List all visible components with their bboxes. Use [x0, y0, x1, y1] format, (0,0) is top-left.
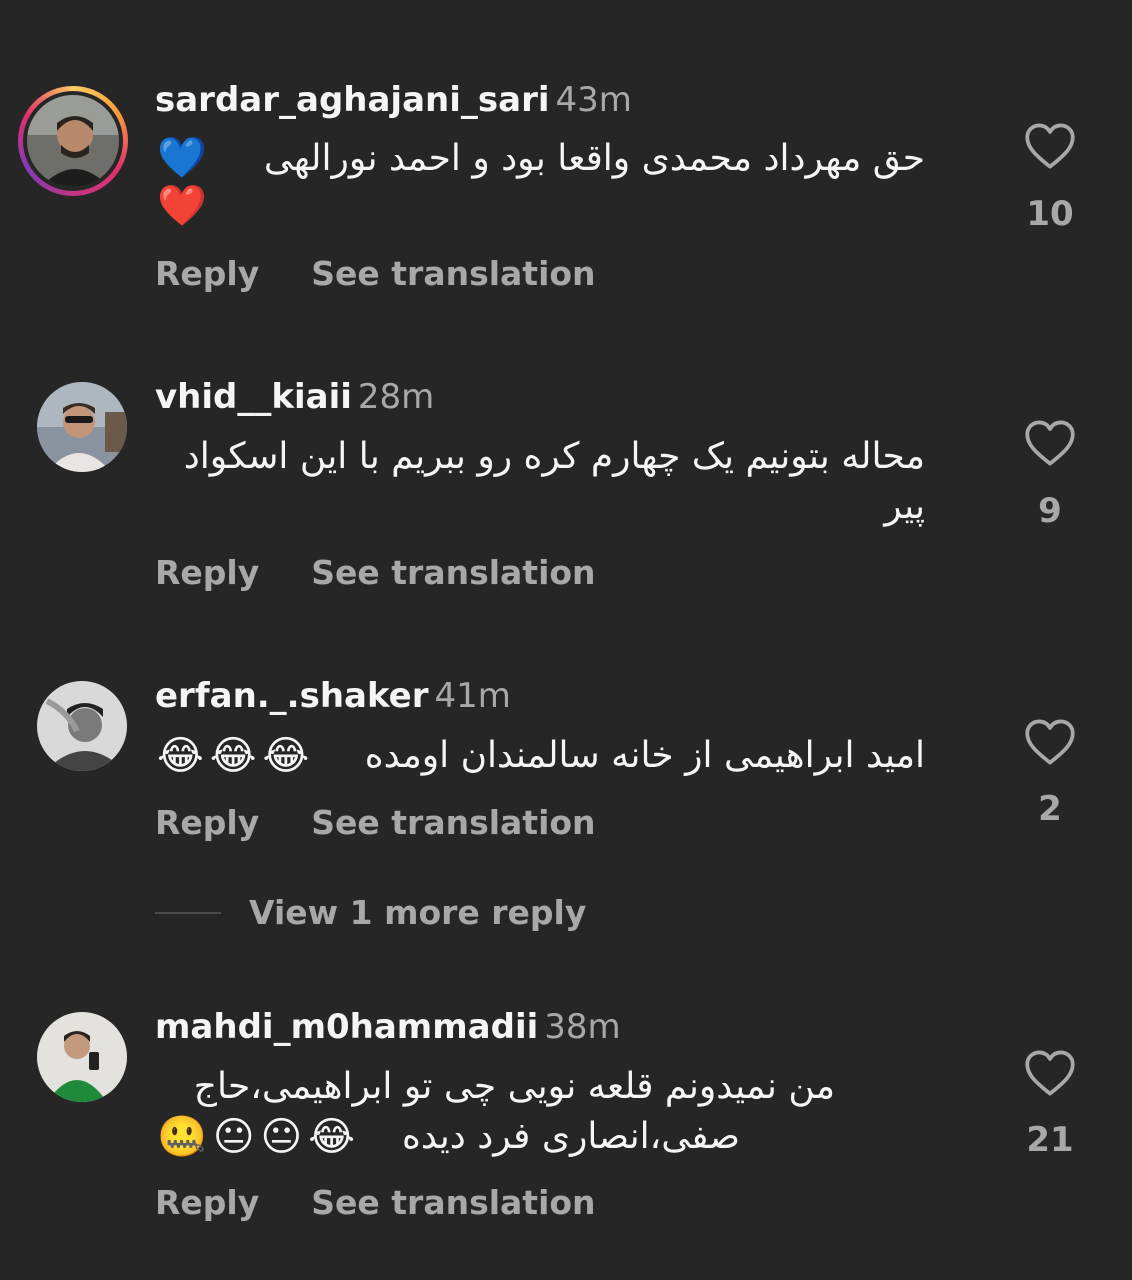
avatar-story-ring[interactable]: [18, 86, 128, 196]
like-count: 21: [1026, 1120, 1074, 1160]
emoji: 😐: [260, 1114, 303, 1160]
like-count: 2: [1038, 789, 1062, 829]
comment-text-line-2: صفی،انصاری فرد دیده: [402, 1116, 740, 1157]
avatar[interactable]: [37, 681, 127, 771]
heart-outline-icon: [1025, 420, 1075, 466]
emoji: 🤐: [157, 1114, 207, 1160]
see-translation-button[interactable]: See translation: [311, 1183, 595, 1222]
heart-outline-icon: [1025, 123, 1075, 169]
comment-text-line-1: من نمیدونم قلعه نویی چی تو ابراهیمی،حاج: [193, 1066, 835, 1107]
comment-actions: Reply See translation: [155, 553, 596, 592]
comment-text: محاله بتونیم یک چهارم کره رو ببریم با ای…: [183, 436, 925, 527]
divider: [155, 911, 221, 914]
comment-text: حق مهرداد محمدی واقعا بود و احمد نورالهی: [263, 138, 925, 179]
emoji: 😐: [212, 1114, 255, 1160]
like-button[interactable]: [1022, 1049, 1078, 1097]
avatar: [27, 95, 119, 187]
comment-text: امید ابراهیمی از خانه سالمندان اومده: [364, 735, 925, 776]
like-button[interactable]: [1022, 718, 1078, 766]
emoji: 😂: [262, 733, 310, 779]
emoji-red-heart: ❤️: [157, 186, 207, 226]
comment-actions: Reply See translation: [155, 254, 596, 293]
heart-outline-icon: [1025, 719, 1075, 765]
username[interactable]: sardar_aghajani_sari: [155, 80, 550, 120]
emoji: 😂: [157, 733, 204, 779]
timestamp: 28m: [357, 377, 435, 417]
timestamp: 41m: [434, 676, 511, 716]
reply-button[interactable]: Reply: [155, 553, 259, 592]
username[interactable]: erfan._.shaker: [155, 676, 429, 716]
reply-button[interactable]: Reply: [155, 803, 259, 842]
emoji: 💙: [157, 135, 207, 181]
comment-header: mahdi_m0hammadii 38m: [155, 1007, 621, 1047]
comment-actions: Reply See translation: [155, 803, 596, 842]
see-translation-button[interactable]: See translation: [311, 803, 595, 842]
see-translation-button[interactable]: See translation: [311, 254, 595, 293]
timestamp: 43m: [555, 80, 632, 120]
username[interactable]: mahdi_m0hammadii: [155, 1007, 538, 1047]
view-more-replies[interactable]: View 1 more reply: [155, 893, 586, 932]
avatar[interactable]: [37, 1012, 127, 1102]
emoji-blue-heart: 💙: [157, 138, 207, 178]
emoji: 😂: [209, 733, 257, 779]
emoji-row: 😂 😂 😂: [157, 736, 309, 776]
like-button[interactable]: [1022, 122, 1078, 170]
comment-header: vhid__kiaii 28m: [155, 377, 434, 417]
like-count: 9: [1038, 491, 1062, 531]
comment-header: erfan._.shaker 41m: [155, 676, 511, 716]
timestamp: 38m: [544, 1007, 621, 1047]
heart-outline-icon: [1025, 1050, 1075, 1096]
emoji-row: 🤐 😐 😐 😂: [157, 1117, 355, 1157]
username[interactable]: vhid__kiaii: [155, 377, 352, 417]
avatar[interactable]: [37, 382, 127, 472]
see-translation-button[interactable]: See translation: [311, 553, 595, 592]
comment-actions: Reply See translation: [155, 1183, 596, 1222]
like-button[interactable]: [1022, 419, 1078, 467]
like-count: 10: [1026, 194, 1074, 234]
emoji: 😂: [308, 1114, 355, 1160]
reply-button[interactable]: Reply: [155, 254, 259, 293]
emoji: ❤️: [157, 183, 207, 229]
view-more-replies-label[interactable]: View 1 more reply: [249, 893, 586, 932]
reply-button[interactable]: Reply: [155, 1183, 259, 1222]
comment-header: sardar_aghajani_sari 43m: [155, 80, 632, 120]
